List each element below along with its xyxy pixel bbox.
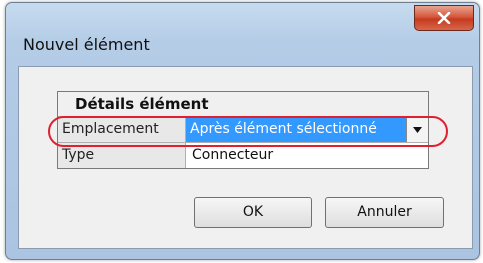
property-label: Emplacement (58, 117, 186, 142)
type-value[interactable]: Connecteur (186, 143, 428, 168)
property-row-type[interactable]: Type Connecteur (58, 143, 428, 168)
property-row-emplacement[interactable]: Emplacement Après élément sélectionné (58, 117, 428, 143)
close-icon (437, 12, 451, 24)
window-title: Nouvel élément (23, 35, 150, 54)
close-button[interactable] (414, 5, 474, 31)
cancel-button[interactable]: Annuler (325, 197, 444, 228)
dialog-window: Nouvel élément Détails élément Emplaceme… (5, 2, 480, 260)
dropdown-button[interactable] (406, 117, 428, 142)
ok-button[interactable]: OK (194, 197, 312, 228)
chevron-down-icon (413, 126, 422, 133)
emplacement-select[interactable]: Après élément sélectionné (186, 117, 428, 142)
emplacement-value: Après élément sélectionné (190, 121, 377, 137)
property-label: Type (58, 143, 186, 168)
property-grid: Détails élément Emplacement Après élémen… (57, 91, 429, 169)
property-grid-header: Détails élément (58, 92, 428, 117)
dialog-content: Détails élément Emplacement Après élémen… (18, 66, 473, 249)
